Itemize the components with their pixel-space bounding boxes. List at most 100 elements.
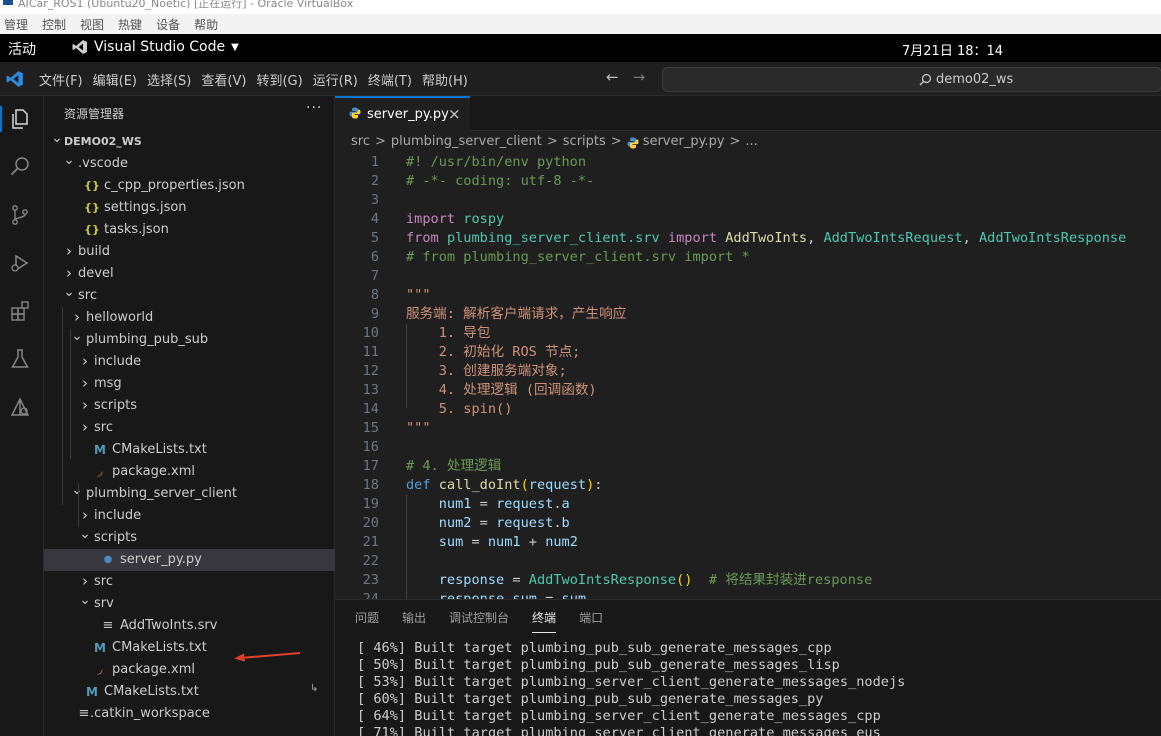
tree-folder[interactable]: ⌄ scripts [44,527,335,549]
code-token: = [504,572,529,588]
tab-problems[interactable]: 问题 [355,609,379,633]
testing-flask-icon[interactable] [8,347,32,371]
tree-item-label: AddTwoInts.srv [120,618,218,633]
breadcrumb-symbols[interactable]: ... [745,134,757,149]
back-arrow-icon[interactable]: ← [606,68,619,86]
tree-file[interactable]: ≡ AddTwoInts.srv [44,615,335,637]
vbox-menu-devices[interactable]: 设备 [156,16,180,33]
tree-file[interactable]: {} tasks.json [44,219,335,241]
code-token: 服务端: 解析客户端请求，产生响应 [406,306,627,322]
more-actions-icon[interactable]: ··· [306,100,322,116]
code-token: rospy [463,211,505,227]
code-token: () [676,572,693,588]
chevron-down-icon: ⌄ [71,328,83,344]
terminal-line: [ 64%] Built target plumbing_server_clie… [357,708,881,724]
tree-file[interactable]: M CMakeLists.txt [44,439,335,461]
extensions-icon[interactable] [8,299,32,323]
tree-file[interactable]: {} settings.json [44,197,335,219]
tree-folder[interactable]: › build [44,241,335,263]
tree-folder[interactable]: ⌄ .vscode [44,153,335,175]
code-line: 24 response.sum = sum [335,590,1161,599]
tree-folder[interactable]: ⌄ srv [44,593,335,615]
explorer-icon[interactable] [8,107,32,131]
code-token: = [463,534,488,550]
tree-folder[interactable]: › src [44,417,335,439]
run-debug-icon[interactable] [8,251,32,275]
code-line: 22 [335,552,1161,571]
tab-ports[interactable]: 端口 [579,609,603,633]
code-token: 1. 导包 [406,325,491,341]
tree-folder[interactable]: › scripts [44,395,335,417]
menu-go[interactable]: 转到(G) [255,70,310,89]
tree-item-label: package.xml [112,464,195,479]
code-line: 12 3. 创建服务端对象; [335,362,1161,381]
source-control-icon[interactable] [8,203,32,227]
explorer-title: 资源管理器 [64,107,125,121]
tree-file[interactable]: ◞ package.xml [44,461,335,483]
tree-file[interactable]: M CMakeLists.txt [44,681,335,703]
menu-terminal[interactable]: 终端(T) [367,70,420,89]
menu-file[interactable]: 文件(F) [38,70,91,89]
breadcrumb-package[interactable]: plumbing_server_client [391,134,542,149]
menu-help[interactable]: 帮助(H) [421,70,476,89]
tab-terminal[interactable]: 终端 [532,609,557,633]
tree-folder[interactable]: ⌄ plumbing_server_client [44,483,335,505]
tree-item-label: .catkin_workspace [90,706,210,721]
tree-folder[interactable]: › devel [44,263,335,285]
activities-button[interactable]: 活动 [8,39,36,59]
code-token: sum [438,534,464,550]
code-line: 18 def call_doInt(request): [335,476,1161,495]
tree-file[interactable]: {} c_cpp_properties.json [44,175,335,197]
chevron-right-icon: › [82,374,88,392]
line-number: 11 [362,344,379,360]
tree-file[interactable]: ≡ .catkin_workspace [44,703,335,725]
chevron-right-icon: › [82,572,88,590]
tree-item-label: include [94,354,142,369]
code-editor[interactable]: 1 #! /usr/bin/env python 2 # -*- coding: ut… [335,153,1161,599]
explorer-sidebar: 资源管理器 ··· ⌄ DEMO02_WS ⌄ .vscode{} c_cpp_prop… [44,96,335,736]
breadcrumb-src[interactable]: src [351,134,370,149]
tree-folder[interactable]: ⌄ src [44,285,335,307]
clock[interactable]: 7月21日 18：14 [902,40,1003,59]
terminal-line: [ 46%] Built target plumbing_pub_sub_gen… [357,640,832,656]
tree-folder[interactable]: › msg [44,373,335,395]
breadcrumb-scripts[interactable]: scripts [563,134,606,149]
tree-folder[interactable]: › src [44,571,335,593]
tab-debug-console[interactable]: 调试控制台 [449,609,509,633]
text-file-icon: ≡ [102,618,114,633]
menu-edit[interactable]: 编辑(E) [92,70,145,89]
chevron-right-icon: › [66,242,72,260]
terminal-output[interactable]: [ 46%] Built target plumbing_pub_sub_gen… [357,640,905,736]
vbox-menu-help[interactable]: 帮助 [194,16,218,33]
close-icon[interactable]: × [448,105,461,123]
tab-server-py[interactable]: server_py.py × [335,96,470,131]
tree-folder[interactable]: › helloworld [44,307,335,329]
breadcrumb-file[interactable]: server_py.py [643,134,725,149]
vbox-menu-hotkeys[interactable]: 热键 [118,16,142,33]
menu-run[interactable]: 运行(R) [312,70,366,89]
code-token: AddTwoIntsResponse [528,572,677,588]
ros-extension-icon[interactable] [8,395,32,419]
tree-folder[interactable]: › include [44,505,335,527]
vbox-menu-control[interactable]: 控制 [42,16,66,33]
menu-selection[interactable]: 选择(S) [146,70,199,89]
tree-folder[interactable]: › include [44,351,335,373]
tree-file[interactable]: ● server_py.py [44,549,335,571]
tree-item-label: scripts [94,530,137,545]
search-icon[interactable] [8,155,32,179]
tree-folder[interactable]: ⌄ plumbing_pub_sub [44,329,335,351]
vbox-menu-manage[interactable]: 管理 [4,16,28,33]
command-center-search[interactable]: demo02_ws [662,67,1161,92]
code-token: 4. 处理逻辑 (回调函数) [406,382,597,398]
app-menu[interactable]: Visual Studio Code ▼ [72,39,239,55]
tree-folder[interactable]: ⌄ DEMO02_WS [44,131,335,153]
code-text: sum = num1 + num2 [406,533,578,552]
menu-view[interactable]: 查看(V) [200,70,254,89]
vbox-menu-view[interactable]: 视图 [80,16,104,33]
forward-arrow-icon[interactable]: → [633,68,646,86]
json-file-icon: {} [84,179,100,192]
code-line: 21 sum = num1 + num2 [335,533,1161,552]
tab-output[interactable]: 输出 [402,609,426,633]
